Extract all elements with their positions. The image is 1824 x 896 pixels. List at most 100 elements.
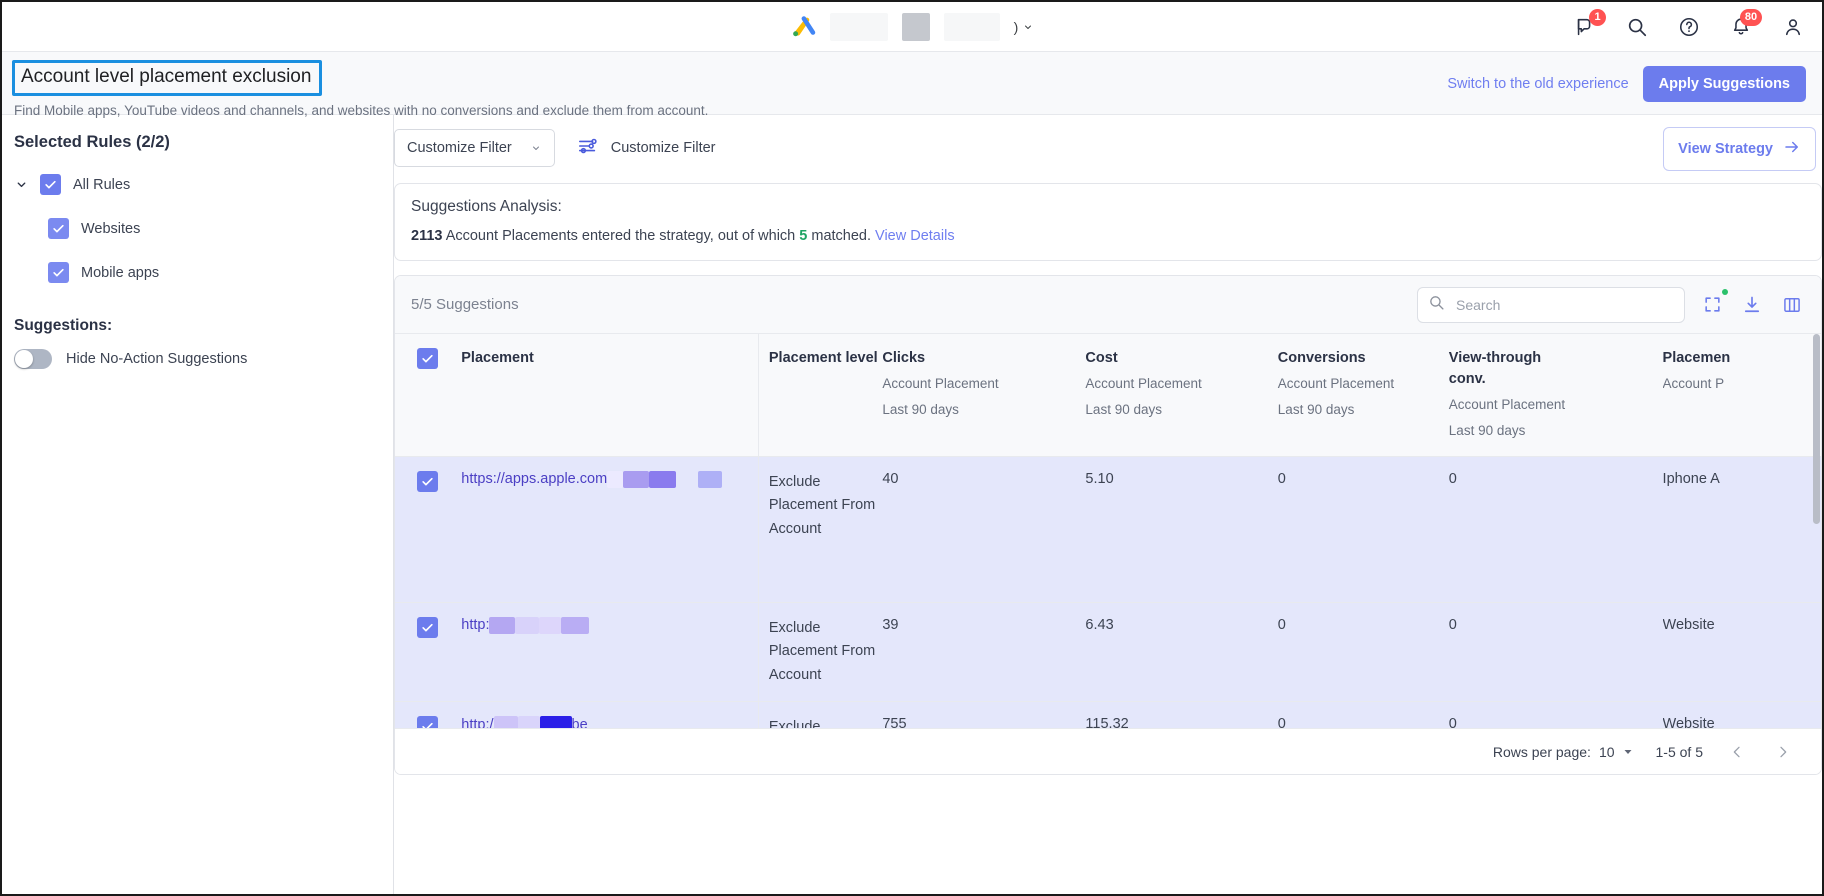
feedback-icon[interactable]: 1 xyxy=(1572,8,1606,40)
conversions-value: 0 xyxy=(1277,716,1286,728)
header-cost[interactable]: Cost Account Placement Last 90 days xyxy=(1085,334,1278,457)
columns-icon[interactable] xyxy=(1779,292,1805,318)
header-clicks-sub1: Account Placement xyxy=(882,376,999,392)
checkbox-row[interactable] xyxy=(417,616,438,638)
sidebar-rule-websites[interactable]: Websites xyxy=(14,218,377,239)
next-page-button[interactable] xyxy=(1771,740,1795,764)
redacted-url-part xyxy=(561,616,590,634)
switch-to-old-experience-link[interactable]: Switch to the old experience xyxy=(1447,76,1628,92)
chevron-down-icon xyxy=(1624,749,1632,754)
placement-type-value: Iphone A xyxy=(1662,470,1720,487)
placement-link[interactable]: http: xyxy=(461,616,758,634)
table-vertical-scrollbar[interactable] xyxy=(1813,334,1820,728)
page-header: Account level placement exclusion Find M… xyxy=(2,52,1822,118)
header-placement[interactable]: Placement xyxy=(461,334,759,457)
placement-link[interactable]: https://apps.apple.com xyxy=(461,470,758,488)
clicks-value: 39 xyxy=(882,616,899,633)
placement-link[interactable]: http:/ be xyxy=(461,716,758,728)
rows-per-page-group: Rows per page: 10 xyxy=(1493,744,1634,760)
hide-no-action-label: Hide No-Action Suggestions xyxy=(66,351,248,367)
redacted-url-part xyxy=(515,616,540,634)
help-icon[interactable] xyxy=(1676,14,1702,40)
cost-value: 5.10 xyxy=(1085,470,1114,487)
chevron-down-icon xyxy=(532,146,539,150)
cell-clicks: 755 xyxy=(882,701,1086,728)
cell-placement[interactable]: http:/ be xyxy=(461,701,759,728)
search-box[interactable] xyxy=(1417,286,1685,323)
rows-per-page-label: Rows per page: xyxy=(1492,743,1591,760)
rows-per-page-select[interactable]: 10 xyxy=(1599,744,1634,760)
suggestions-table-card: 5/5 Suggestions Search Placement Placeme… xyxy=(394,275,1822,775)
checkbox-row[interactable] xyxy=(417,716,438,728)
analysis-summary: 2113 Account Placements entered the stra… xyxy=(411,228,1803,244)
scrollbar-thumb[interactable] xyxy=(1813,334,1820,524)
table-pagination-footer: Rows per page: 10 1-5 of 5 xyxy=(395,728,1821,774)
select-all-header-cell xyxy=(395,334,462,457)
analysis-text-1: Account Placements entered the strategy,… xyxy=(442,228,800,244)
redacted-url-part xyxy=(493,716,518,728)
sidebar-rule-label: All Rules xyxy=(73,176,131,193)
redacted-url-part xyxy=(623,470,650,488)
view-details-link[interactable]: View Details xyxy=(875,228,955,244)
header-placement-type[interactable]: Placemen Account P xyxy=(1662,334,1821,457)
customize-filter-select-value: Customize Filter xyxy=(407,140,512,156)
notifications-bell-icon[interactable]: 80 xyxy=(1728,8,1762,40)
search-input[interactable] xyxy=(1454,295,1674,314)
redacted-url-part xyxy=(607,470,624,488)
table-toolbar: 5/5 Suggestions xyxy=(395,276,1821,334)
previous-page-button[interactable] xyxy=(1725,740,1749,764)
account-avatar-icon[interactable] xyxy=(1780,14,1806,40)
cell-cost: 5.10 xyxy=(1085,456,1278,603)
table-row[interactable]: http: Exclude Placement From Account 39 xyxy=(395,602,1821,703)
customize-filter-link-label: Customize Filter xyxy=(610,140,716,156)
header-clicks[interactable]: Clicks Account Placement Last 90 days xyxy=(882,334,1086,457)
header-view-through-conv[interactable]: View-through conv. Account Placement Las… xyxy=(1448,334,1663,457)
checkbox-all-rules[interactable] xyxy=(40,174,61,195)
sidebar-rule-label: Websites xyxy=(81,220,141,237)
cell-conversions: 0 xyxy=(1277,602,1449,703)
expand-fullscreen-icon[interactable] xyxy=(1699,288,1728,318)
apply-suggestions-button[interactable]: Apply Suggestions xyxy=(1642,66,1806,102)
header-placement-level[interactable]: Placement level xyxy=(758,334,883,457)
header-cost-label: Cost xyxy=(1085,350,1118,366)
chevron-down-icon[interactable] xyxy=(14,178,28,192)
search-icon[interactable] xyxy=(1624,14,1650,40)
hide-no-action-toggle[interactable] xyxy=(14,349,52,369)
download-icon[interactable] xyxy=(1739,292,1765,318)
cell-placement[interactable]: https://apps.apple.com xyxy=(461,456,759,603)
view-strategy-button[interactable]: View Strategy xyxy=(1663,127,1816,171)
account-selector[interactable]: ) xyxy=(1014,19,1035,35)
cell-placement[interactable]: http: xyxy=(461,602,759,703)
customize-filter-select[interactable]: Customize Filter xyxy=(394,129,555,167)
rows-per-page-value: 10 xyxy=(1598,743,1615,760)
header-conversions[interactable]: Conversions Account Placement Last 90 da… xyxy=(1277,334,1449,457)
main-content: Customize Filter Customize Filter View S… xyxy=(394,115,1822,894)
placement-level-value: Exclude Placement From Account xyxy=(768,719,821,728)
table-row[interactable]: https://apps.apple.com Exclude Placement… xyxy=(395,456,1821,603)
cell-placement-level: Exclude Placement From Account xyxy=(758,602,883,703)
header-cost-sub1: Account Placement xyxy=(1085,376,1202,392)
placement-url-suffix: be xyxy=(571,716,588,728)
checkbox-select-all[interactable] xyxy=(417,348,438,369)
header-conversions-label: Conversions xyxy=(1277,350,1366,366)
checkbox-websites[interactable] xyxy=(48,218,69,239)
customize-filter-link[interactable]: Customize Filter xyxy=(577,135,716,161)
vtc-value: 0 xyxy=(1448,716,1457,728)
table-row[interactable]: http:/ be Exclude Placement From Account… xyxy=(395,701,1821,728)
checkbox-row[interactable] xyxy=(417,470,438,492)
redacted-url-part xyxy=(698,470,723,488)
top-nav-icon-group: 1 80 xyxy=(1572,2,1806,51)
checkbox-mobile-apps[interactable] xyxy=(48,262,69,283)
arrow-right-icon xyxy=(1783,138,1801,160)
clicks-value: 40 xyxy=(882,470,899,487)
table-head: Placement Placement level Clicks Account… xyxy=(395,334,1821,457)
page-title: Account level placement exclusion xyxy=(21,66,312,87)
sidebar-rule-all-rules[interactable]: All Rules xyxy=(14,174,377,195)
vtc-value: 0 xyxy=(1448,470,1457,487)
redacted-url-spacer xyxy=(676,471,698,488)
google-ads-logo-icon xyxy=(790,14,816,40)
header-conversions-sub1: Account Placement xyxy=(1277,376,1395,392)
sidebar-rule-mobile-apps[interactable]: Mobile apps xyxy=(14,262,377,283)
cell-placement-type: Website xyxy=(1662,701,1821,728)
table-scroll-region[interactable]: Placement Placement level Clicks Account… xyxy=(395,334,1821,728)
